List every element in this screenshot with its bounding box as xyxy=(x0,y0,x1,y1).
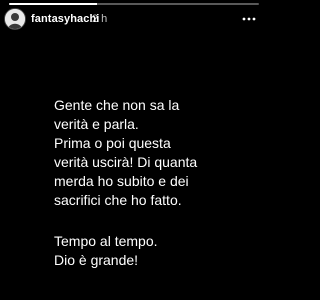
avatar-icon[interactable] xyxy=(4,8,26,30)
story-progress-bar xyxy=(9,3,259,5)
story-progress-fill xyxy=(9,3,97,5)
story-viewer[interactable]: fantasyhachi 2 h Gente che non sa la ver… xyxy=(0,0,268,300)
more-horizontal-icon[interactable] xyxy=(240,10,258,28)
story-timestamp: 2 h xyxy=(92,13,108,25)
story-text-main: Gente che non sa la verità e parla. Prim… xyxy=(54,97,198,208)
story-text-closing: Tempo al tempo. Dio è grande! xyxy=(54,233,158,268)
story-header: fantasyhachi 2 h xyxy=(4,8,264,32)
username[interactable]: fantasyhachi xyxy=(31,13,99,25)
